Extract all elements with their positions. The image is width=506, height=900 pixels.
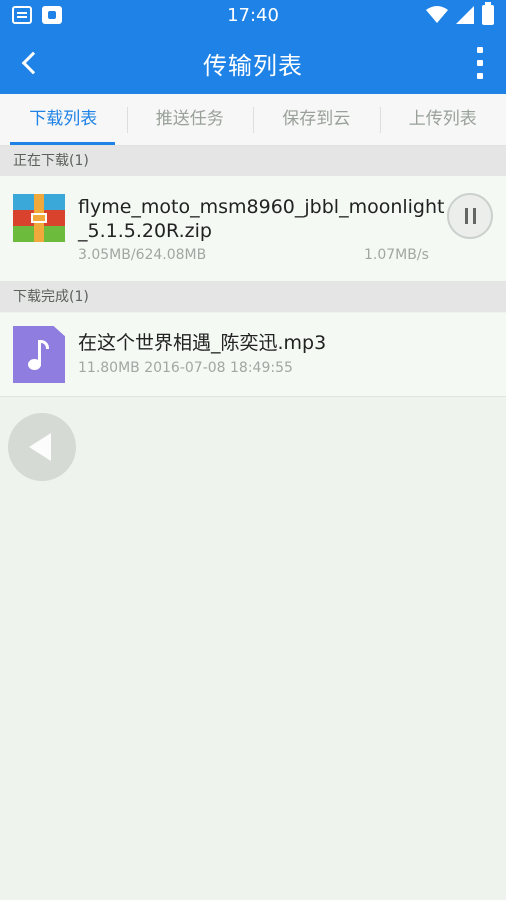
section-header-downloading: 正在下载(1) — [0, 146, 506, 176]
floating-back-button[interactable] — [8, 413, 76, 481]
status-bar: 17:40 — [0, 0, 506, 32]
section-header-completed: 下载完成(1) — [0, 282, 506, 312]
download-item[interactable]: flyme_moto_msm8960_jbbl_moonlight _5.1.5… — [0, 176, 506, 282]
signal-icon — [456, 6, 474, 24]
floating-back-icon — [29, 433, 51, 461]
more-dot — [477, 60, 483, 66]
tab-upload-list[interactable]: 上传列表 — [379, 94, 506, 145]
tab-save-to-cloud[interactable]: 保存到云 — [253, 94, 380, 145]
completed-file-meta: 11.80MB 2016-07-08 18:49:55 — [78, 360, 293, 376]
download-file-name-line1: flyme_moto_msm8960_jbbl_moonlight — [78, 196, 445, 218]
more-vertical-icon — [477, 47, 483, 53]
pause-icon-bar — [472, 208, 476, 224]
pause-icon — [464, 208, 468, 224]
more-menu-button[interactable] — [470, 47, 490, 79]
download-speed: 1.07MB/s — [364, 247, 429, 263]
music-file-icon — [13, 326, 65, 383]
completed-item[interactable]: 在这个世界相遇_陈奕迅.mp3 11.80MB 2016-07-08 18:49… — [0, 313, 506, 397]
status-right-icons — [426, 2, 494, 25]
title-bar: 传输列表 — [0, 32, 506, 94]
page-title: 传输列表 — [203, 52, 303, 80]
tab-download-list[interactable]: 下载列表 — [0, 94, 127, 145]
download-file-name-line2: _5.1.5.20R.zip — [78, 220, 212, 242]
more-dot — [477, 73, 483, 79]
tab-push-tasks[interactable]: 推送任务 — [126, 94, 254, 145]
download-progress-text: 3.05MB/624.08MB — [78, 247, 207, 263]
battery-icon — [482, 2, 494, 25]
wifi-icon — [426, 6, 448, 23]
zip-archive-icon — [13, 194, 65, 242]
tab-bar: 下载列表 推送任务 保存到云 上传列表 — [0, 94, 506, 146]
completed-file-name: 在这个世界相遇_陈奕迅.mp3 — [78, 332, 327, 354]
pause-button[interactable] — [447, 193, 493, 239]
